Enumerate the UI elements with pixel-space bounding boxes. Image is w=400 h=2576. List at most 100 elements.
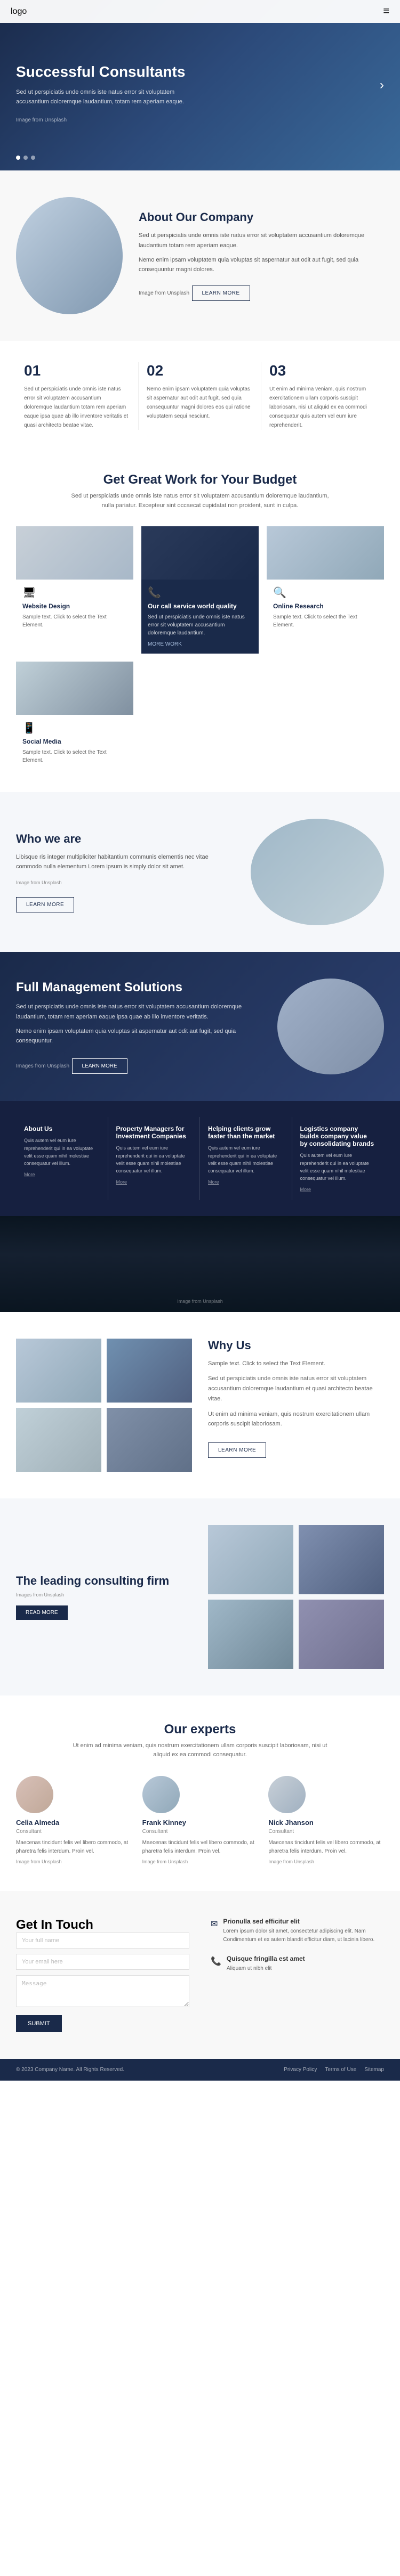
- phone-icon: 📞: [211, 1956, 221, 1967]
- expert-text-0: Maecenas tincidunt felis vel libero comm…: [16, 1839, 132, 1856]
- why-text2: Sed ut perspiciatis unde omnis iste natu…: [208, 1374, 384, 1404]
- service-online-research: 🔍 Online Research Sample text. Click to …: [267, 526, 384, 654]
- contact-info-text-0: Lorem ipsum dolor sit amet, consectetur …: [223, 1927, 384, 1944]
- service-img-3: [267, 526, 384, 580]
- col-num-1: 01: [24, 362, 130, 379]
- expert-avatar-1: [142, 1776, 180, 1813]
- name-input[interactable]: [16, 1933, 189, 1949]
- why-learn-more-button[interactable]: LEARN MORE: [208, 1442, 266, 1458]
- leading-image-link: Images from Unsplash: [16, 1592, 192, 1597]
- about-cell-link-2[interactable]: More: [208, 1179, 284, 1185]
- about-cell-link-0[interactable]: More: [24, 1172, 100, 1177]
- mgmt-title: Full Management Solutions: [16, 979, 261, 996]
- mgmt-text1: Sed ut perspiciatis unde omnis iste natu…: [16, 1002, 261, 1022]
- expert-avatar-2: [268, 1776, 306, 1813]
- learn-more-button[interactable]: LEARN MORE: [192, 286, 250, 301]
- about-grid-section: About Us Quis autem vel eum iure reprehe…: [0, 1101, 400, 1216]
- about-cell-link-1[interactable]: More: [116, 1179, 192, 1185]
- read-more-button[interactable]: READ MORE: [16, 1605, 68, 1620]
- about-company-title: About Our Company: [139, 210, 384, 224]
- leading-img-1: [208, 1525, 293, 1594]
- expert-2: Nick Jhanson Consultant Maecenas tincidu…: [268, 1776, 384, 1864]
- col-text-1: Sed ut perspiciatis unde omnis iste natu…: [24, 385, 130, 430]
- why-img-3: [16, 1408, 101, 1472]
- why-img-2: [107, 1339, 192, 1403]
- about-cell-text-3: Quis autem vel eum iure reprehenderit qu…: [300, 1152, 377, 1183]
- website-icon: 🖥: [22, 586, 127, 599]
- mgmt-text2: Nemo enim ipsam voluptatem quia voluptas…: [16, 1026, 261, 1046]
- who-learn-more-button[interactable]: LEARN MORE: [16, 897, 74, 912]
- about-company-image: [16, 197, 123, 314]
- research-icon: 🔍: [273, 586, 378, 599]
- about-cell-text-2: Quis autem vel eum iure reprehenderit qu…: [208, 1144, 284, 1175]
- mgmt-image-link: Images from Unsplash: [16, 1063, 69, 1069]
- column-2: 02 Nemo enim ipsam voluptatem quia volup…: [139, 362, 261, 430]
- email-input[interactable]: [16, 1954, 189, 1970]
- silhouette-section: Image from Unsplash: [0, 1216, 400, 1312]
- about-cell-2: Helping clients grow faster than the mar…: [200, 1117, 292, 1200]
- footer-copyright: © 2023 Company Name. All Rights Reserved…: [16, 2067, 124, 2073]
- leading-img-2: [299, 1525, 384, 1594]
- hero-dot-2[interactable]: [23, 156, 28, 160]
- experts-section: Our experts Ut enim ad minima veniam, qu…: [0, 1695, 400, 1891]
- leading-firm-section: The leading consulting firm Images from …: [0, 1498, 400, 1695]
- who-image-link: Image from Unsplash: [16, 880, 235, 885]
- hero-title: Successful Consultants: [16, 62, 187, 81]
- about-cells: About Us Quis autem vel eum iure reprehe…: [16, 1117, 384, 1200]
- social-icon: 📱: [22, 721, 127, 735]
- expert-imglink-0: Image from Unsplash: [16, 1859, 132, 1864]
- about-cell-3: Logistics company builds company value b…: [292, 1117, 385, 1200]
- column-3: 03 Ut enim ad minima veniam, quis nostru…: [261, 362, 384, 430]
- about-cell-title-2: Helping clients grow faster than the mar…: [208, 1125, 284, 1140]
- footer-link-1[interactable]: Terms of Use: [325, 2067, 356, 2073]
- contact-info-1: 📞 Quisque fringilla est amet Aliquam ut …: [211, 1955, 384, 1973]
- expert-text-1: Maecenas tincidunt felis vel libero comm…: [142, 1839, 258, 1856]
- who-image: [251, 819, 384, 925]
- service-link-2[interactable]: MORE WORK: [148, 641, 252, 647]
- nav-menu-icon[interactable]: ≡: [383, 5, 389, 18]
- contact-form: Get In Touch SUBMIT: [16, 1918, 189, 2032]
- hero-dot-3[interactable]: [31, 156, 35, 160]
- expert-0: Celia Almeda Consultant Maecenas tincidu…: [16, 1776, 132, 1864]
- expert-imglink-2: Image from Unsplash: [268, 1859, 384, 1864]
- why-us-inner: Why Us Sample text. Click to select the …: [16, 1339, 384, 1472]
- expert-1: Frank Kinney Consultant Maecenas tincidu…: [142, 1776, 258, 1864]
- about-cell-link-3[interactable]: More: [300, 1187, 377, 1192]
- about-company-text2: Nemo enim ipsam voluptatem quia voluptas…: [139, 255, 384, 275]
- hero-arrow[interactable]: ›: [380, 78, 384, 93]
- service-text-4: Sample text. Click to select the Text El…: [22, 748, 127, 764]
- contact-title: Get In Touch: [16, 1918, 189, 1933]
- footer-links: Privacy Policy Terms of Use Sitemap: [284, 2067, 384, 2073]
- service-img-1: [16, 526, 133, 580]
- navbar: logo ≡: [0, 0, 400, 23]
- about-cell-title-0: About Us: [24, 1125, 100, 1132]
- about-cell-text-1: Quis autem vel eum iure reprehenderit qu…: [116, 1144, 192, 1175]
- leading-img-3: [208, 1600, 293, 1669]
- hero-image-link: Image from Unsplash: [16, 117, 67, 123]
- get-work-subtitle: Sed ut perspiciatis unde omnis iste natu…: [67, 492, 333, 510]
- full-mgmt-section: Full Management Solutions Sed ut perspic…: [0, 952, 400, 1101]
- expert-role-1: Consultant: [142, 1829, 258, 1835]
- leading-title: The leading consulting firm: [16, 1574, 192, 1588]
- why-img-1: [16, 1339, 101, 1403]
- get-work-section: Get Great Work for Your Budget Sed ut pe…: [0, 451, 400, 792]
- services-grid: 🖥 Website Design Sample text. Click to s…: [16, 526, 384, 771]
- about-company-image-link: Image from Unsplash: [139, 290, 189, 296]
- contact-info: ✉ Prionulla sed efficitur elit Lorem ips…: [211, 1918, 384, 2032]
- message-input[interactable]: [16, 1975, 189, 2007]
- about-company-section: About Our Company Sed ut perspiciatis un…: [0, 170, 400, 341]
- experts-title: Our experts: [16, 1722, 384, 1737]
- service-title-4: Social Media: [22, 738, 127, 745]
- service-title-1: Website Design: [22, 602, 127, 610]
- col-text-2: Nemo enim ipsam voluptatem quia voluptas…: [147, 385, 253, 421]
- hero-text: Sed ut perspiciatis unde omnis iste natu…: [16, 88, 187, 107]
- submit-button[interactable]: SUBMIT: [16, 2015, 62, 2032]
- hero-dot-1[interactable]: [16, 156, 20, 160]
- mgmt-learn-more-button[interactable]: LEARN MORE: [72, 1058, 127, 1074]
- expert-name-1: Frank Kinney: [142, 1819, 258, 1827]
- service-call-quality: 📞 Our call service world quality Sed ut …: [141, 526, 259, 654]
- footer-link-2[interactable]: Sitemap: [364, 2067, 384, 2073]
- footer-link-0[interactable]: Privacy Policy: [284, 2067, 317, 2073]
- expert-text-2: Maecenas tincidunt felis vel libero comm…: [268, 1839, 384, 1856]
- service-website-design: 🖥 Website Design Sample text. Click to s…: [16, 526, 133, 654]
